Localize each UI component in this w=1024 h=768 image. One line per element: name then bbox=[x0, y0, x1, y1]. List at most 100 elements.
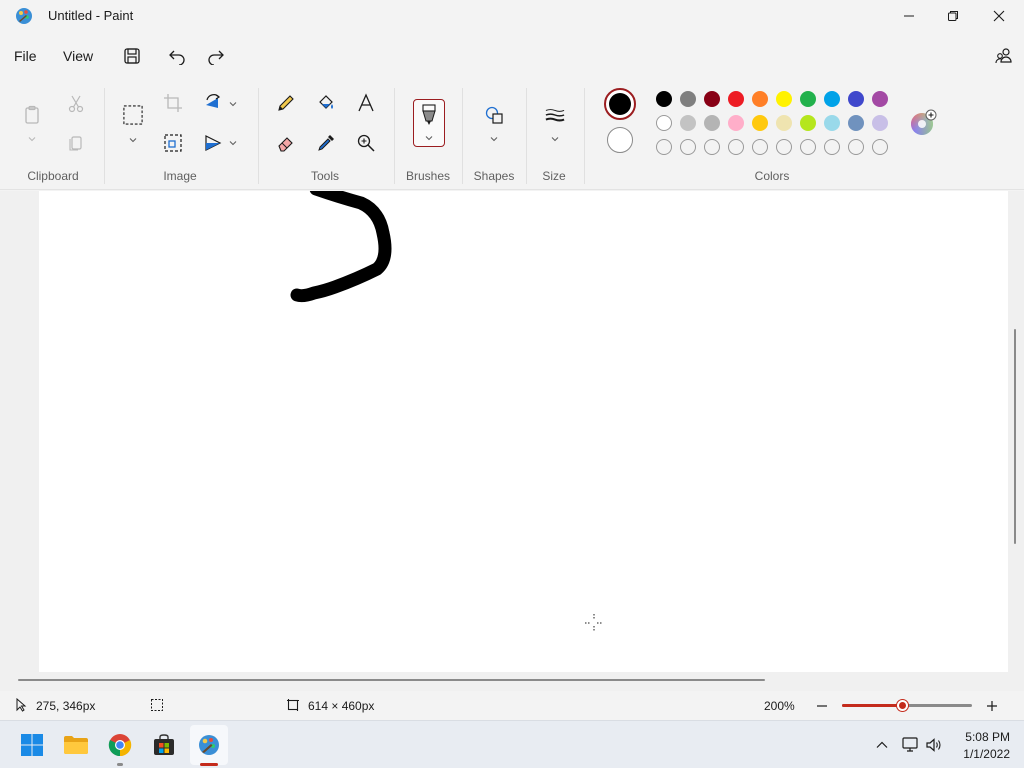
custom-color-slot[interactable] bbox=[704, 139, 720, 155]
file-menu[interactable]: File bbox=[14, 48, 37, 64]
magnifier-icon bbox=[357, 134, 375, 152]
start-button[interactable] bbox=[18, 731, 46, 759]
palette-color-swatch[interactable] bbox=[800, 115, 816, 131]
chrome-running-indicator bbox=[117, 763, 123, 766]
palette-color-swatch[interactable] bbox=[776, 115, 792, 131]
size-chevron-down-icon[interactable] bbox=[550, 134, 560, 144]
palette-color-swatch[interactable] bbox=[656, 91, 672, 107]
vertical-scrollbar[interactable] bbox=[1014, 329, 1016, 544]
drawing-canvas[interactable] bbox=[39, 191, 1008, 672]
custom-color-slot[interactable] bbox=[824, 139, 840, 155]
chevron-up-icon[interactable] bbox=[875, 738, 889, 752]
custom-color-slot[interactable] bbox=[752, 139, 768, 155]
select-chevron-down-icon[interactable] bbox=[128, 135, 138, 145]
chrome-button[interactable] bbox=[106, 731, 134, 759]
brush-icon bbox=[422, 104, 436, 125]
colors-group-label: Colors bbox=[754, 169, 790, 183]
crop-button[interactable] bbox=[160, 90, 186, 116]
file-explorer-button[interactable] bbox=[62, 731, 90, 759]
size-button[interactable] bbox=[541, 102, 569, 128]
minimize-button[interactable] bbox=[886, 0, 932, 32]
palette-color-swatch[interactable] bbox=[656, 115, 672, 131]
people-icon bbox=[995, 48, 1012, 64]
custom-color-slot[interactable] bbox=[728, 139, 744, 155]
custom-color-slot[interactable] bbox=[656, 139, 672, 155]
size-group-label: Size bbox=[542, 169, 566, 183]
undo-button[interactable] bbox=[165, 44, 189, 68]
palette-color-swatch[interactable] bbox=[704, 115, 720, 131]
palette-color-swatch[interactable] bbox=[872, 91, 888, 107]
system-clock[interactable]: 5:08 PM 1/1/2022 bbox=[963, 729, 1010, 763]
pencil-button[interactable] bbox=[273, 90, 299, 116]
secondary-color-button[interactable] bbox=[607, 127, 633, 153]
color-picker-button[interactable] bbox=[313, 130, 339, 156]
palette-color-swatch[interactable] bbox=[752, 115, 768, 131]
palette-color-swatch[interactable] bbox=[680, 91, 696, 107]
title-bar: Untitled - Paint bbox=[0, 0, 1024, 32]
zoom-slider-thumb[interactable] bbox=[896, 700, 908, 711]
store-button[interactable] bbox=[150, 731, 178, 759]
zoom-level[interactable]: 200% bbox=[764, 699, 795, 713]
custom-color-slot[interactable] bbox=[776, 139, 792, 155]
text-button[interactable] bbox=[353, 90, 379, 116]
palette-color-swatch[interactable] bbox=[728, 91, 744, 107]
palette-color-swatch[interactable] bbox=[728, 115, 744, 131]
restore-icon bbox=[948, 11, 958, 21]
paste-button[interactable] bbox=[19, 102, 45, 128]
palette-color-swatch[interactable] bbox=[800, 91, 816, 107]
clock-date: 1/1/2022 bbox=[963, 747, 1010, 761]
palette-color-swatch[interactable] bbox=[776, 91, 792, 107]
view-menu[interactable]: View bbox=[63, 48, 93, 64]
palette-color-swatch[interactable] bbox=[848, 115, 864, 131]
paint-palette-icon bbox=[199, 735, 219, 755]
redo-button[interactable] bbox=[204, 44, 228, 68]
flip-button[interactable] bbox=[200, 130, 226, 156]
close-icon bbox=[993, 10, 1005, 22]
restore-button[interactable] bbox=[930, 0, 976, 32]
custom-color-slot[interactable] bbox=[800, 139, 816, 155]
taskbar: 5:08 PM 1/1/2022 bbox=[0, 720, 1024, 768]
flip-chevron-down-icon[interactable] bbox=[228, 138, 238, 148]
brushes-button[interactable] bbox=[413, 99, 445, 147]
resize-button[interactable] bbox=[160, 130, 186, 156]
save-button[interactable] bbox=[120, 44, 144, 68]
zoom-out-icon[interactable] bbox=[815, 699, 829, 713]
eraser-button[interactable] bbox=[273, 130, 299, 156]
paint-taskbar-button[interactable] bbox=[195, 731, 223, 759]
palette-color-swatch[interactable] bbox=[824, 91, 840, 107]
pencil-icon bbox=[278, 95, 294, 111]
line-width-icon bbox=[545, 109, 565, 122]
shapes-chevron-down-icon[interactable] bbox=[489, 134, 499, 144]
zoom-slider[interactable] bbox=[842, 700, 972, 711]
palette-color-swatch[interactable] bbox=[752, 91, 768, 107]
custom-color-slot[interactable] bbox=[872, 139, 888, 155]
palette-color-swatch[interactable] bbox=[680, 115, 696, 131]
horizontal-scrollbar[interactable] bbox=[18, 679, 765, 681]
edit-colors-button[interactable] bbox=[909, 109, 937, 137]
zoom-in-icon[interactable] bbox=[985, 699, 999, 713]
shapes-button[interactable] bbox=[481, 102, 507, 128]
rotate-chevron-down-icon[interactable] bbox=[228, 99, 238, 109]
palette-color-swatch[interactable] bbox=[848, 91, 864, 107]
custom-color-slot[interactable] bbox=[848, 139, 864, 155]
custom-color-slot[interactable] bbox=[680, 139, 696, 155]
copy-button[interactable] bbox=[63, 130, 89, 156]
palette-color-swatch[interactable] bbox=[824, 115, 840, 131]
volume-icon[interactable] bbox=[925, 736, 943, 754]
magnifier-button[interactable] bbox=[353, 130, 379, 156]
primary-color-swatch bbox=[609, 93, 631, 115]
palette-color-swatch[interactable] bbox=[872, 115, 888, 131]
pointer-icon bbox=[16, 698, 27, 712]
primary-color-button[interactable] bbox=[604, 88, 636, 120]
brush-stroke bbox=[290, 191, 392, 303]
fill-button[interactable] bbox=[313, 90, 339, 116]
rotate-button[interactable] bbox=[200, 90, 226, 116]
paste-chevron-down-icon[interactable] bbox=[27, 134, 37, 144]
close-button[interactable] bbox=[976, 0, 1022, 32]
windows-logo-icon bbox=[21, 734, 43, 756]
account-button[interactable] bbox=[992, 44, 1016, 68]
cut-button[interactable] bbox=[63, 91, 89, 117]
select-button[interactable] bbox=[119, 101, 147, 129]
palette-color-swatch[interactable] bbox=[704, 91, 720, 107]
network-icon[interactable] bbox=[901, 736, 919, 754]
